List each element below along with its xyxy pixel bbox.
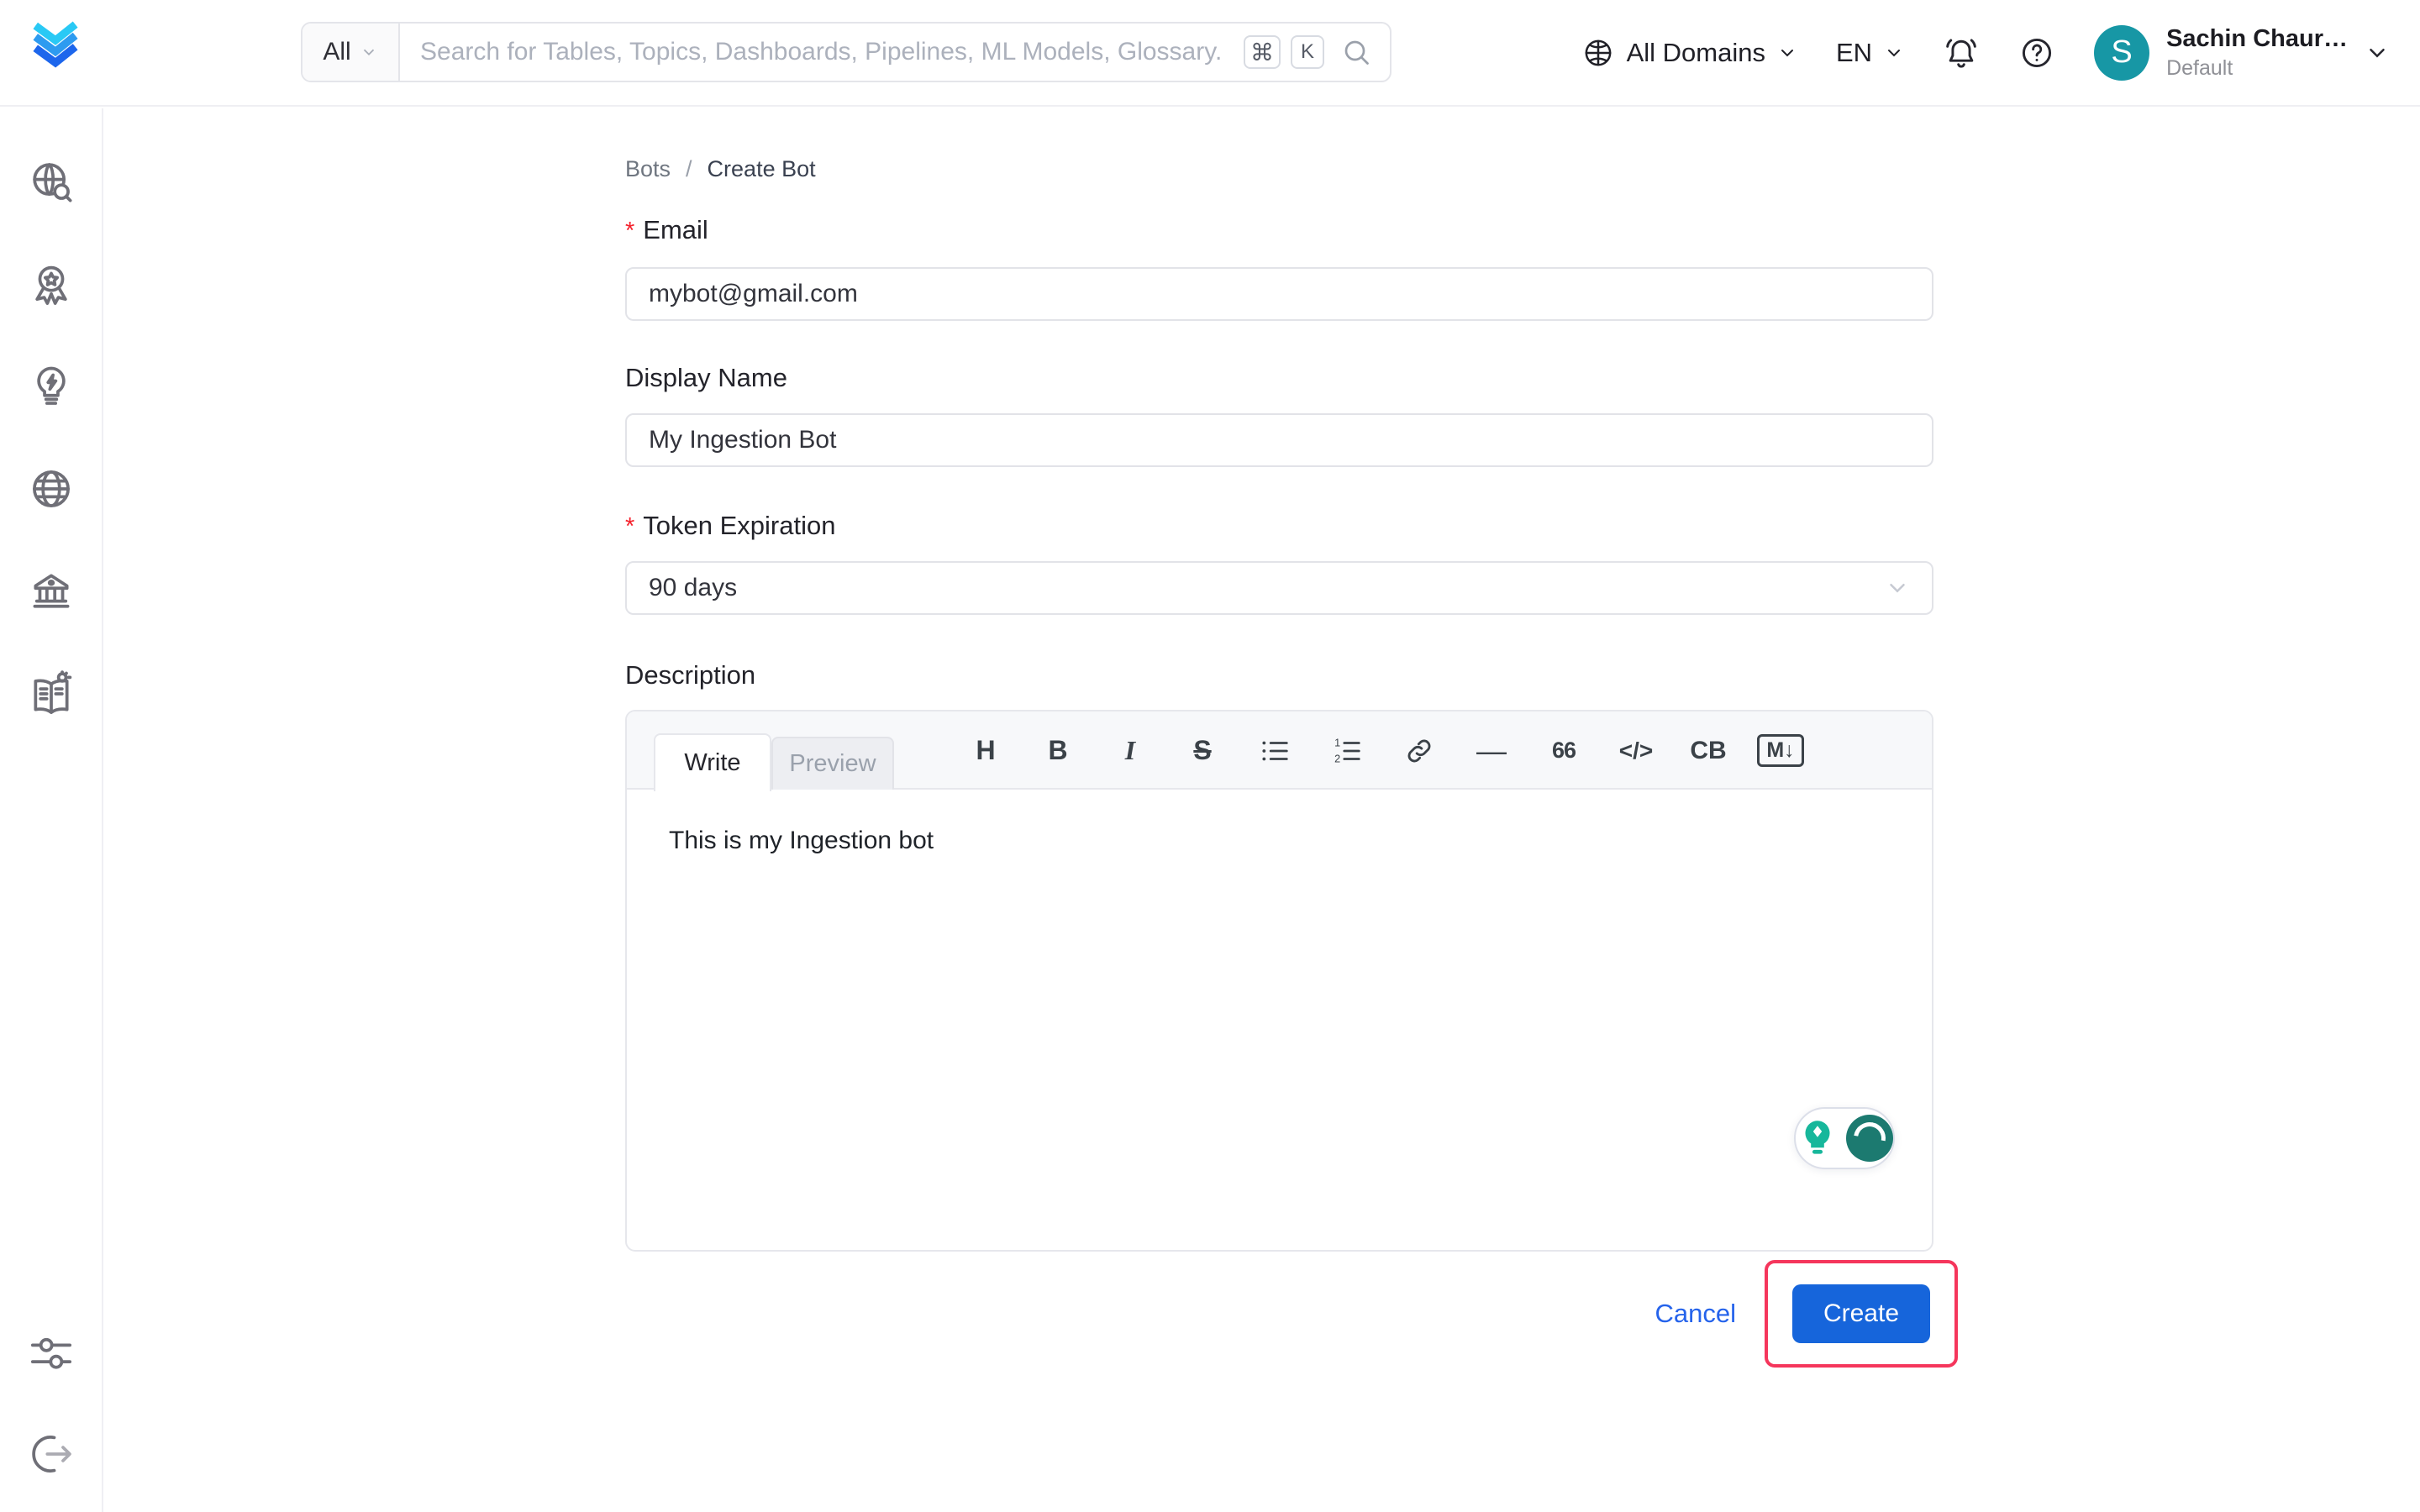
search-scope-select[interactable]: All <box>302 24 400 81</box>
svg-text:2: 2 <box>1334 753 1340 764</box>
app-logo[interactable] <box>29 17 82 71</box>
help-button[interactable] <box>2018 34 2055 71</box>
numbered-list-icon: 1 2 <box>1331 735 1363 767</box>
globe-icon <box>1581 36 1615 70</box>
breadcrumb-separator: / <box>686 156 692 182</box>
top-header: All ⌘ K All Domains EN <box>0 0 2420 107</box>
open-book-icon <box>28 670 75 717</box>
breadcrumb: Bots / Create Bot <box>625 156 816 182</box>
tab-preview[interactable]: Preview <box>771 737 894 790</box>
globe-grid-icon <box>28 465 75 512</box>
markdown-icon: M↓ <box>1757 734 1803 767</box>
strikethrough-button[interactable]: S <box>1170 724 1235 778</box>
search-input[interactable] <box>400 38 1244 66</box>
user-name: Sachin Chaur… <box>2166 25 2348 53</box>
display-name-label: Display Name <box>625 363 787 393</box>
token-expiration-select[interactable]: 90 days <box>625 561 1933 615</box>
quote-button[interactable]: 66 <box>1531 724 1597 778</box>
logout-icon <box>28 1431 75 1478</box>
italic-button[interactable]: I <box>1097 724 1163 778</box>
medal-icon <box>28 260 75 307</box>
cancel-button[interactable]: Cancel <box>1655 1299 1737 1329</box>
email-label: *Email <box>625 215 708 245</box>
token-expiration-label: *Token Expiration <box>625 511 835 541</box>
sidebar-item-insights[interactable] <box>27 362 76 411</box>
bullet-list-icon <box>1259 735 1291 767</box>
breadcrumb-bots[interactable]: Bots <box>625 156 671 182</box>
help-icon <box>2018 34 2055 71</box>
description-label: Description <box>625 660 755 690</box>
chevron-down-icon <box>1884 43 1904 63</box>
bank-icon <box>28 568 75 615</box>
markdown-button[interactable]: M↓ <box>1748 724 1813 778</box>
code-button[interactable]: </> <box>1603 724 1669 778</box>
required-marker: * <box>625 218 634 244</box>
cmd-key-badge: ⌘ <box>1244 35 1281 69</box>
lightbulb-bolt-icon <box>28 363 75 410</box>
bullet-list-button[interactable] <box>1242 724 1307 778</box>
editor-header: Write Preview H B I S <box>627 711 1932 790</box>
globe-search-icon <box>28 158 75 205</box>
description-editor: Write Preview H B I S <box>625 710 1933 1252</box>
layers-logo-icon <box>29 17 82 71</box>
heading-button[interactable]: H <box>953 724 1018 778</box>
email-field[interactable] <box>625 267 1933 321</box>
display-name-field[interactable] <box>625 413 1933 467</box>
tab-write[interactable]: Write <box>654 733 771 791</box>
required-marker: * <box>625 513 634 540</box>
header-right-cluster: All Domains EN <box>1581 0 2390 105</box>
search-scope-value: All <box>323 38 350 66</box>
link-button[interactable] <box>1386 724 1452 778</box>
domains-dropdown[interactable]: All Domains <box>1581 36 1797 70</box>
search-icon[interactable] <box>1341 37 1371 67</box>
numbered-list-button[interactable]: 1 2 <box>1314 724 1380 778</box>
ai-assist-widget <box>1794 1107 1895 1169</box>
editor-toolbar: H B I S 1 2 <box>953 711 1813 790</box>
sidebar-item-govern[interactable] <box>27 567 76 616</box>
notifications-button[interactable] <box>1943 34 1980 71</box>
token-expiration-value: 90 days <box>649 574 737 602</box>
k-key-badge: K <box>1291 35 1324 69</box>
bold-button[interactable]: B <box>1025 724 1091 778</box>
sidebar-item-quality[interactable] <box>27 260 76 308</box>
chevron-down-icon <box>360 43 378 61</box>
link-icon <box>1403 735 1435 767</box>
editor-body: This is my Ingestion bot <box>627 790 1932 1250</box>
chevron-down-icon <box>1885 575 1910 601</box>
sidebar-item-logout[interactable] <box>27 1430 76 1478</box>
bell-icon <box>1943 34 1980 71</box>
avatar: S <box>2094 25 2149 81</box>
left-sidebar <box>0 108 103 1512</box>
form-actions: Cancel Create <box>625 1260 1958 1368</box>
sidebar-item-explore[interactable] <box>27 157 76 206</box>
language-label: EN <box>1836 38 1872 68</box>
code-block-button[interactable]: CB <box>1676 724 1741 778</box>
ai-lightbulb-icon[interactable] <box>1796 1116 1839 1160</box>
horizontal-rule-button[interactable]: — <box>1459 724 1524 778</box>
global-search: All ⌘ K <box>301 22 1392 82</box>
sidebar-item-knowledge[interactable] <box>27 669 76 718</box>
user-team: Default <box>2166 56 2348 81</box>
sidebar-item-domains[interactable] <box>27 465 76 513</box>
chevron-down-icon <box>2365 40 2390 66</box>
chevron-down-icon <box>1777 43 1797 63</box>
breadcrumb-create-bot: Create Bot <box>708 156 816 182</box>
ai-loading-spinner[interactable] <box>1846 1115 1893 1162</box>
svg-text:1: 1 <box>1334 737 1340 748</box>
description-editor-area[interactable]: This is my Ingestion bot <box>669 823 1862 858</box>
annotation-highlight-box: Create <box>1765 1260 1958 1368</box>
app-root: All ⌘ K All Domains EN <box>0 0 2420 1512</box>
sidebar-item-settings[interactable] <box>27 1331 76 1379</box>
create-button[interactable]: Create <box>1792 1284 1930 1343</box>
sliders-icon <box>28 1331 75 1378</box>
language-dropdown[interactable]: EN <box>1836 38 1904 68</box>
user-menu[interactable]: S Sachin Chaur… Default <box>2094 25 2390 81</box>
domains-label: All Domains <box>1627 38 1765 68</box>
